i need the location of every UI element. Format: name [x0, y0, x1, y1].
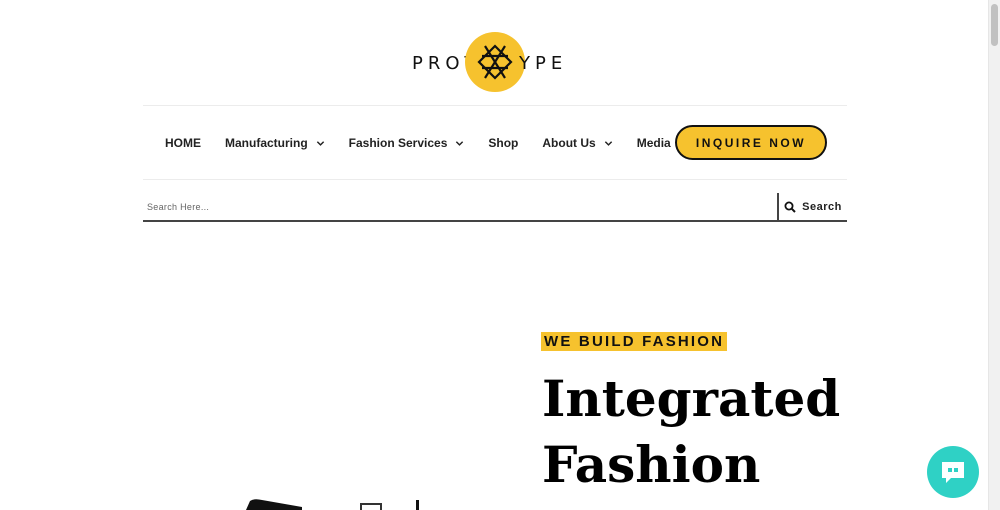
brand-logo[interactable]: PROT YPE: [412, 32, 582, 92]
inquire-now-button[interactable]: INQUIRE NOW: [675, 125, 827, 160]
nav-item-label: Media: [636, 136, 671, 150]
search-input[interactable]: [143, 193, 773, 220]
header-divider-bottom: [143, 179, 847, 180]
nav-item-shop[interactable]: Shop: [488, 136, 518, 150]
chat-widget-button[interactable]: [927, 446, 979, 498]
main-nav: HOME Manufacturing Fashion Services Shop…: [165, 132, 712, 154]
nav-item-label: Manufacturing: [225, 136, 308, 150]
hero-product-image: [246, 499, 419, 510]
nav-item-label: HOME: [165, 136, 201, 150]
scrollbar-thumb[interactable]: [991, 4, 998, 46]
chevron-down-icon: [456, 140, 464, 146]
search-button-label: Search: [802, 200, 842, 213]
chevron-down-icon: [604, 140, 612, 146]
chat-icon: [942, 462, 964, 483]
nav-item-label: Fashion Services: [348, 136, 448, 150]
hero-tagline: WE BUILD FASHION: [541, 332, 728, 351]
logo-mark-icon: [465, 32, 525, 92]
search-icon: [784, 201, 796, 213]
header-divider-top: [143, 105, 847, 106]
hero-headline: Integrated Fashion: [542, 366, 862, 498]
nav-item-fashion-services[interactable]: Fashion Services: [349, 136, 465, 150]
page-scrollbar[interactable]: [988, 0, 1000, 510]
nav-item-home[interactable]: HOME: [165, 136, 201, 150]
nav-item-label: About Us: [542, 136, 596, 150]
chevron-down-icon: [316, 140, 324, 146]
search-button[interactable]: Search: [777, 193, 847, 220]
hero-headline-line: Integrated: [542, 369, 841, 428]
logo-text-right: YPE: [519, 53, 568, 74]
nav-item-manufacturing[interactable]: Manufacturing: [225, 136, 325, 150]
hero-headline-line: Fashion: [542, 435, 761, 494]
search-bar: Search: [143, 193, 847, 222]
nav-item-about-us[interactable]: About Us: [542, 136, 612, 150]
nav-item-label: Shop: [488, 136, 519, 150]
page: PROT YPE HOME Manufacturing Fashion Serv…: [0, 0, 988, 510]
